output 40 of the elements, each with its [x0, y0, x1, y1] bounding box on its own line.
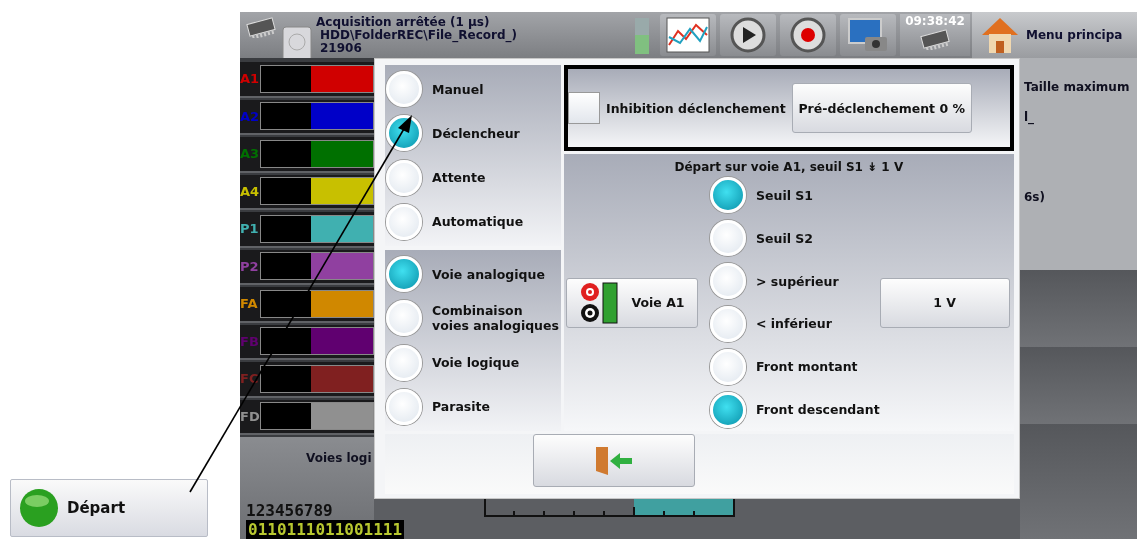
radio-option[interactable]: Parasite [385, 388, 561, 425]
pretrigger-button[interactable]: Pré-déclenchement 0 % [791, 83, 972, 133]
radio-option[interactable]: Seuil S1 [709, 177, 880, 214]
main-menu-button[interactable]: Menu principa [972, 12, 1137, 58]
channel-label: A1 [240, 71, 260, 87]
channel-label: P1 [240, 221, 260, 237]
channel-label: FC [240, 371, 260, 387]
inhibit-checkbox[interactable]: Inhibition déclenchement [568, 92, 786, 124]
radio-option[interactable]: > supérieur [709, 263, 880, 300]
info-text: 6s) [1024, 190, 1046, 204]
channel-label: A3 [240, 146, 260, 162]
radio-option[interactable]: Automatique [385, 203, 561, 240]
info-text: l_ [1024, 110, 1036, 124]
record-path: HDD\FolderREC\File_Record_) [320, 29, 517, 42]
radio-option[interactable]: Seuil S2 [709, 220, 880, 257]
start-button[interactable]: Départ [10, 479, 208, 537]
radio-option[interactable]: Front descendant [709, 391, 880, 428]
clock-time: 09:38:42 [905, 14, 965, 28]
radio-option[interactable]: Attente [385, 159, 561, 196]
channel-label: A2 [240, 108, 260, 124]
channel-label: P2 [240, 258, 260, 274]
status-title: Acquisition arrêtée (1 µs) [316, 16, 490, 29]
channel-numbers: 123456789 [246, 501, 333, 520]
info-text: Taille maximum [1024, 80, 1131, 94]
remaining-text: 21906 [319, 42, 362, 55]
radio-option[interactable]: Voie analogique [385, 256, 561, 293]
channel-label: FD [240, 408, 260, 424]
level-button[interactable]: 1 V [879, 277, 1010, 328]
radio-option[interactable]: Manuel [385, 71, 561, 108]
radio-option[interactable]: Voie logique [385, 344, 561, 381]
channel-label: A4 [240, 183, 260, 199]
logic-bits: 0110111011001111 [246, 520, 405, 539]
channel-button[interactable]: Voie A1 [566, 277, 698, 328]
trigger-summary: Départ sur voie A1, seuil S1 ↡ 1 V [673, 160, 905, 174]
channel-label: FA [240, 296, 259, 312]
radio-option[interactable]: < inférieur [709, 305, 880, 342]
channel-label: FB [240, 333, 260, 349]
radio-option[interactable]: Combinaison voies analogiques [385, 300, 561, 337]
radio-option[interactable]: Front montant [709, 348, 880, 385]
logic-channels-title: Voies logi [306, 451, 372, 465]
